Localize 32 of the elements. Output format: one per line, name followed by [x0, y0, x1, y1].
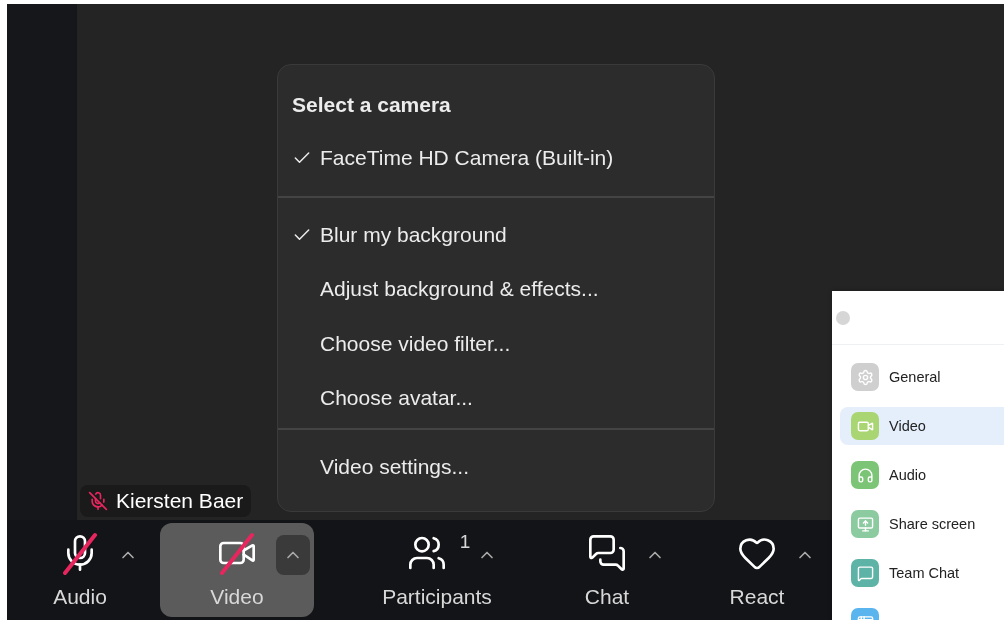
sidebar-item[interactable]: Video	[840, 407, 1004, 445]
sidebar-item[interactable]: General	[840, 358, 1004, 396]
menu-item[interactable]: Choose avatar...	[278, 371, 714, 426]
menu-item[interactable]: Blur my background	[278, 207, 714, 262]
menu-item-label: FaceTime HD Camera (Built-in)	[320, 146, 614, 171]
options-caret-button[interactable]	[276, 535, 310, 575]
sidebar-item[interactable]: Team Chat	[840, 554, 1004, 592]
menu-item-label: Choose video filter...	[320, 331, 511, 356]
audio-button[interactable]: Audio	[7, 523, 153, 617]
video-button[interactable]: Video	[160, 523, 314, 617]
sidebar-item[interactable]: Audio	[840, 456, 1004, 494]
menu-item[interactable]: Adjust background & effects...	[278, 262, 714, 317]
menu-heading: Select a camera	[291, 92, 452, 118]
sidebar-item[interactable]: Share screen	[840, 505, 1004, 543]
menu-item[interactable]: Video settings...	[278, 439, 714, 494]
menu-item-label: Choose avatar...	[320, 386, 473, 411]
menu-item-label: Blur my background	[320, 222, 507, 247]
react-button[interactable]: React	[684, 523, 830, 617]
window-dot[interactable]	[836, 310, 850, 325]
sidebar-label: Share screen	[889, 516, 976, 532]
participant-name: Kiersten Baer	[116, 489, 244, 513]
participants-button[interactable]: 1 Participants	[362, 523, 512, 617]
sidebar-label: Team Chat	[889, 565, 960, 581]
chat-button[interactable]: Chat	[534, 523, 680, 617]
menu-item-label: Adjust background & effects...	[320, 277, 599, 302]
participant-count: 1	[459, 531, 471, 553]
menu-item-label: Video settings...	[320, 454, 470, 479]
sidebar-label: Audio	[889, 467, 927, 483]
menu-item[interactable]: Choose video filter...	[278, 316, 714, 371]
sidebar-label: General	[889, 369, 941, 385]
menu-item[interactable]: FaceTime HD Camera (Built-in)	[278, 131, 714, 186]
sidebar-label: Video	[889, 418, 926, 434]
